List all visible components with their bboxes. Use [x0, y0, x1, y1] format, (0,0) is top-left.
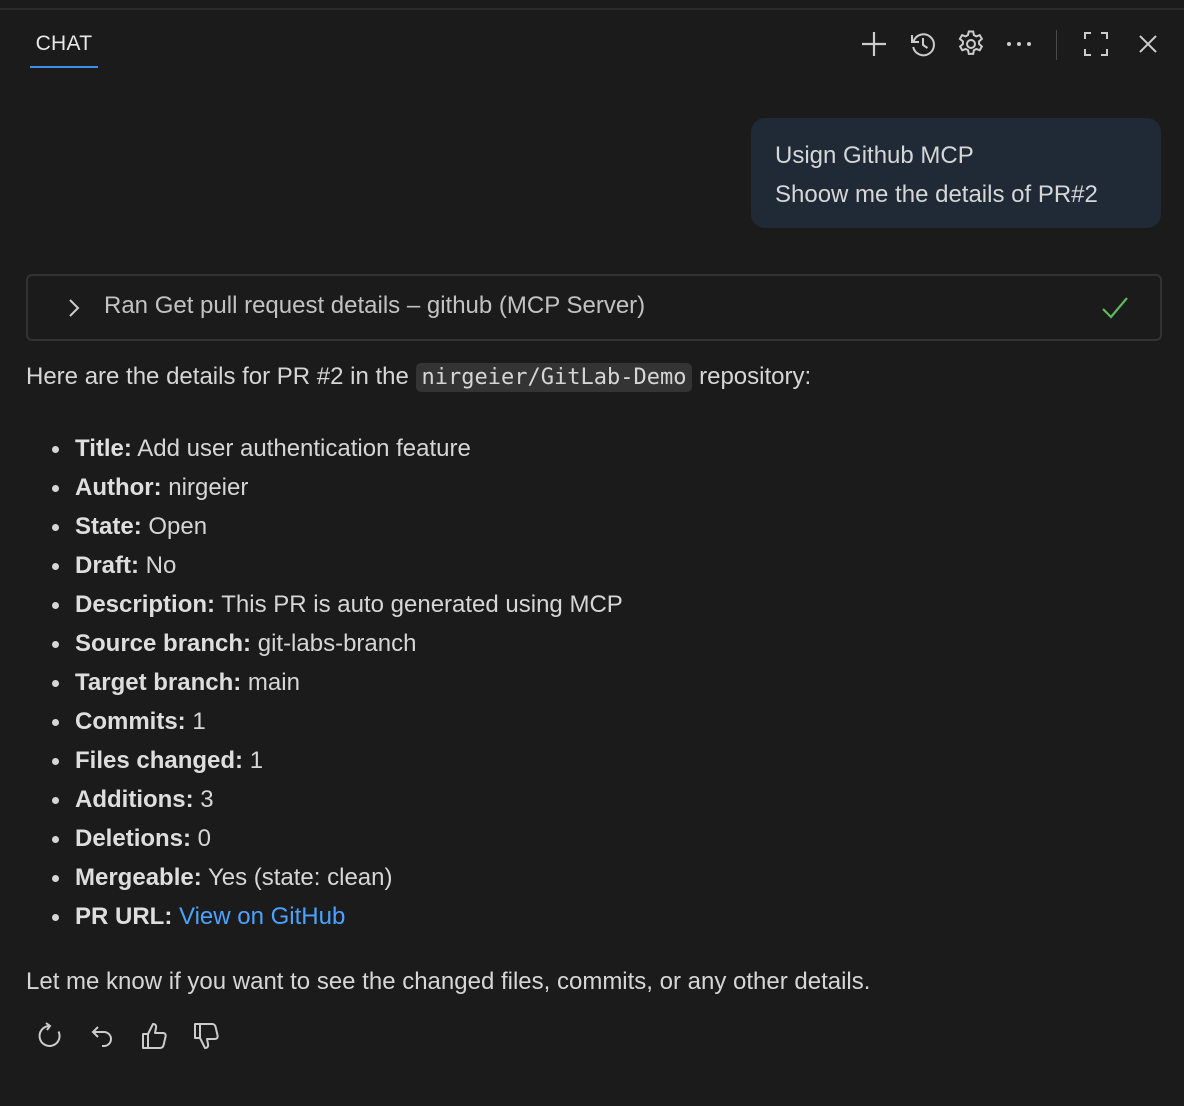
- undo-icon: [87, 1021, 117, 1051]
- repo-code: nirgeier/GitLab-Demo: [415, 363, 693, 392]
- intro-text: Here are the details for PR #2 in the: [26, 363, 416, 390]
- detail-value: 3: [193, 786, 214, 813]
- toolbar-separator: [1056, 30, 1057, 60]
- detail-key: Title:: [75, 435, 132, 462]
- detail-key: Target branch:: [75, 669, 242, 696]
- history-button[interactable]: [903, 22, 943, 66]
- plus-icon: [859, 29, 889, 59]
- detail-key: Source branch:: [75, 630, 252, 657]
- view-on-github-link[interactable]: View on GitHub: [179, 903, 345, 930]
- detail-key: PR URL:: [75, 903, 173, 930]
- refresh-icon: [35, 1021, 65, 1051]
- detail-key: State:: [75, 513, 142, 540]
- detail-key: Commits:: [75, 708, 186, 735]
- user-message-line: Usign Github MCP: [775, 142, 974, 169]
- thumbs-up-icon: [139, 1021, 169, 1051]
- tab-chat[interactable]: CHAT: [30, 32, 98, 68]
- close-icon: [1136, 32, 1160, 56]
- detail-key: Additions:: [75, 786, 194, 813]
- list-item: Source branch: git-labs-branch: [26, 624, 623, 663]
- response-outro: Let me know if you want to see the chang…: [26, 968, 871, 995]
- new-chat-button[interactable]: [854, 22, 894, 66]
- detail-value: 1: [185, 708, 206, 735]
- close-button[interactable]: [1128, 22, 1168, 66]
- detail-key: Mergeable:: [75, 864, 202, 891]
- detail-value: git-labs-branch: [251, 630, 417, 657]
- list-item: PR URL: View on GitHub: [26, 897, 623, 936]
- chat-header: CHAT: [0, 10, 1184, 76]
- list-item: State: Open: [26, 507, 623, 546]
- more-icon: [1004, 29, 1034, 59]
- more-actions-button[interactable]: [999, 22, 1039, 66]
- detail-value: This PR is auto generated using MCP: [215, 591, 623, 618]
- history-icon: [908, 29, 938, 59]
- settings-button[interactable]: [951, 22, 991, 66]
- list-item: Description: This PR is auto generated u…: [26, 585, 623, 624]
- detail-value: Add user authentication feature: [131, 435, 471, 462]
- maximize-icon: [1082, 30, 1110, 58]
- detail-value: Yes (state: clean): [201, 864, 393, 891]
- list-item: Target branch: main: [26, 663, 623, 702]
- retry-button[interactable]: [30, 1016, 70, 1056]
- thumbs-down-icon: [191, 1021, 221, 1051]
- thumbs-down-button[interactable]: [186, 1016, 226, 1056]
- tool-call-label: Ran Get pull request details – github (M…: [104, 292, 646, 319]
- list-item: Draft: No: [26, 546, 623, 585]
- list-item: Mergeable: Yes (state: clean): [26, 858, 623, 897]
- detail-key: Author:: [75, 474, 162, 501]
- detail-value: Open: [141, 513, 208, 540]
- tool-call-summary[interactable]: Ran Get pull request details – github (M…: [26, 274, 1162, 341]
- maximize-button[interactable]: [1076, 22, 1116, 66]
- detail-key: Draft:: [75, 552, 139, 579]
- check-icon: [1100, 294, 1130, 322]
- response-intro: Here are the details for PR #2 in the ni…: [26, 358, 811, 397]
- undo-button[interactable]: [82, 1016, 122, 1056]
- list-item: Additions: 3: [26, 780, 623, 819]
- list-item: Title: Add user authentication feature: [26, 429, 623, 468]
- user-message-line: Shoow me the details of PR#2: [775, 181, 1098, 208]
- detail-key: Description:: [75, 591, 216, 618]
- gear-icon: [955, 28, 987, 60]
- intro-text: repository:: [692, 363, 812, 390]
- detail-value: nirgeier: [161, 474, 249, 501]
- list-item: Commits: 1: [26, 702, 623, 741]
- user-message-bubble: Usign Github MCP Shoow me the details of…: [751, 118, 1161, 228]
- list-item: Author: nirgeier: [26, 468, 623, 507]
- list-item: Deletions: 0: [26, 819, 623, 858]
- detail-value: 1: [243, 747, 264, 774]
- detail-value: 0: [191, 825, 212, 852]
- chevron-right-icon: [64, 296, 84, 320]
- pr-details-list: Title: Add user authentication feature A…: [26, 429, 623, 936]
- list-item: Files changed: 1: [26, 741, 623, 780]
- detail-value: main: [241, 669, 300, 696]
- detail-value: No: [139, 552, 177, 579]
- thumbs-up-button[interactable]: [134, 1016, 174, 1056]
- detail-key: Files changed:: [75, 747, 244, 774]
- detail-key: Deletions:: [75, 825, 192, 852]
